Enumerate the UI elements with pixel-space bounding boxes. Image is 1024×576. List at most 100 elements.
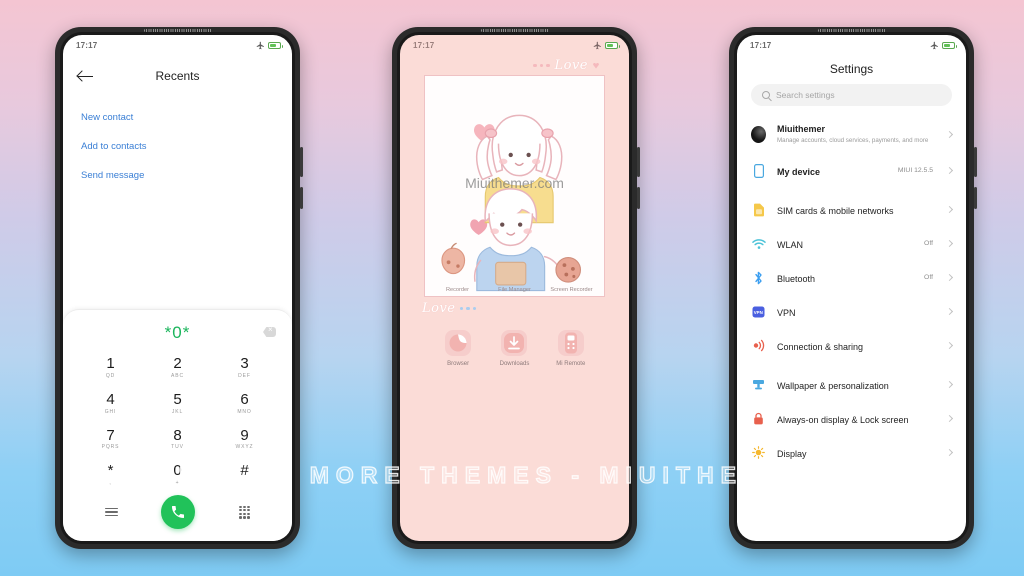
backspace-icon[interactable] — [263, 327, 276, 337]
settings-row-always-on-display[interactable]: Always-on display & Lock screen — [737, 402, 966, 436]
status-time: 17:17 — [750, 40, 772, 50]
recents-header: Recents — [63, 55, 292, 91]
account-name: Miuithemer — [777, 124, 826, 134]
key-0[interactable]: 0 + — [144, 457, 211, 491]
call-button[interactable] — [161, 495, 196, 529]
volume-button[interactable] — [300, 147, 303, 177]
settings-row-sim-cards[interactable]: SIM cards & mobile networks — [737, 193, 966, 227]
key-letters: MNO — [237, 408, 252, 415]
key-digit: 7 — [106, 426, 115, 444]
app-row: Browser Downloads Mi Remote — [400, 316, 629, 367]
settings-row-display[interactable]: Display — [737, 436, 966, 470]
key-letters: ABC — [171, 372, 184, 379]
link-send-message[interactable]: Send message — [81, 161, 274, 190]
svg-text:VPN: VPN — [754, 309, 763, 314]
chevron-right-icon — [945, 131, 954, 139]
link-add-to-contacts[interactable]: Add to contacts — [81, 132, 274, 161]
connection-sharing-icon — [751, 339, 766, 352]
row-label: Bluetooth — [777, 273, 816, 284]
app-downloads[interactable]: Downloads — [488, 330, 540, 367]
search-input[interactable]: Search settings — [751, 84, 952, 106]
deco-love-text: Love — [422, 301, 456, 316]
settings-row-bluetooth[interactable]: Bluetooth Off — [737, 261, 966, 295]
phone-bezel: 17:17 Love Miuithemer.com Recorder File … — [397, 32, 632, 544]
settings-row-wallpaper[interactable]: Wallpaper & personalization — [737, 368, 966, 402]
volume-button[interactable] — [637, 147, 640, 177]
key-6[interactable]: 6 MNO — [211, 386, 278, 420]
volume-button[interactable] — [974, 147, 977, 177]
app-label: Mi Remote — [556, 361, 586, 367]
chevron-right-icon — [945, 449, 954, 457]
link-new-contact[interactable]: New contact — [81, 103, 274, 132]
power-button[interactable] — [300, 187, 303, 209]
app-mi-remote[interactable]: Mi Remote — [545, 330, 597, 367]
vpn-icon: VPN — [751, 306, 766, 318]
key-letters: JKL — [171, 408, 184, 415]
wallpaper-photo-frame: Miuithemer.com Recorder File Manager Scr… — [424, 75, 605, 297]
key-digit: 9 — [240, 426, 249, 444]
key-star[interactable]: *, — [77, 457, 144, 491]
settings-group-network: SIM cards & mobile networks WLAN Off Blu… — [737, 193, 966, 363]
key-letters: PQRS — [101, 444, 120, 451]
chevron-right-icon — [945, 274, 954, 282]
menu-lines-icon[interactable] — [104, 505, 118, 518]
status-time: 17:17 — [76, 40, 98, 50]
earpiece-grille — [480, 29, 549, 32]
key-digit: 1 — [106, 355, 115, 372]
status-bar: 17:17 — [737, 35, 966, 55]
status-bar: 17:17 — [63, 35, 292, 55]
page-title: Settings — [829, 62, 874, 76]
key-5[interactable]: 5 JKL — [144, 386, 211, 420]
lock-icon — [751, 412, 766, 425]
settings-row-connection-sharing[interactable]: Connection & sharing — [737, 329, 966, 363]
key-8[interactable]: 8 TUV — [144, 422, 211, 456]
key-hash[interactable]: # — [211, 457, 278, 491]
phone-device-dialer: 17:17 Recents New contact Add to contact… — [55, 27, 303, 549]
key-digit: 3 — [240, 355, 249, 372]
key-1[interactable]: 1 QD — [77, 350, 144, 384]
app-browser[interactable]: Browser — [432, 330, 484, 367]
row-label: My device — [777, 166, 821, 177]
row-label: Display — [777, 448, 807, 459]
key-2[interactable]: 2 ABC — [144, 350, 211, 384]
row-text: Wallpaper & personalization — [777, 376, 936, 394]
key-9[interactable]: 9 WXYZ — [211, 422, 278, 456]
settings-row-wlan[interactable]: WLAN Off — [737, 227, 966, 261]
widget-label-recorder[interactable]: Recorder — [429, 287, 485, 294]
row-text: VPN — [777, 303, 922, 321]
page-title: Recents — [155, 69, 200, 83]
settings-screen: 17:17 Settings Search settings Miuitheme… — [737, 35, 966, 541]
keypad-grid-icon[interactable] — [239, 505, 251, 519]
dialer-screen: 17:17 Recents New contact Add to contact… — [63, 35, 292, 541]
key-digit: 4 — [106, 390, 115, 408]
key-3[interactable]: 3 DEF — [211, 350, 278, 384]
wallpaper-icon — [751, 378, 766, 391]
key-letters: , — [109, 480, 112, 486]
power-button[interactable] — [974, 187, 977, 209]
row-text: Display — [777, 444, 936, 462]
browser-icon — [445, 330, 472, 356]
settings-row-vpn[interactable]: VPN VPN — [737, 295, 966, 329]
settings-row-my-device[interactable]: My device MIUI 12.5.5 — [737, 154, 966, 188]
key-7[interactable]: 7 PQRS — [77, 422, 144, 456]
chevron-right-icon — [945, 415, 954, 423]
widget-label-screen-recorder[interactable]: Screen Recorder — [543, 287, 599, 294]
app-label: Downloads — [499, 361, 530, 367]
earpiece-grille — [143, 29, 212, 32]
row-value: Off — [924, 240, 933, 248]
widget-label-file-manager[interactable]: File Manager — [486, 287, 542, 294]
entered-number: *0* — [164, 323, 191, 342]
power-button[interactable] — [637, 187, 640, 209]
key-digit: 5 — [173, 390, 182, 408]
row-label: WLAN — [777, 239, 804, 250]
row-label: SIM cards & mobile networks — [777, 205, 894, 216]
phone-bezel: 17:17 Settings Search settings Miuitheme… — [734, 32, 969, 544]
key-4[interactable]: 4 GHI — [77, 386, 144, 420]
settings-row-account[interactable]: Miuithemer Manage accounts, cloud servic… — [737, 116, 966, 154]
deco-dots-icon — [533, 63, 550, 68]
row-text: Connection & sharing — [777, 337, 922, 355]
heart-icon — [593, 62, 599, 69]
app-label: Browser — [447, 361, 470, 367]
dialer-actions — [63, 491, 292, 541]
chevron-right-icon — [945, 342, 954, 350]
